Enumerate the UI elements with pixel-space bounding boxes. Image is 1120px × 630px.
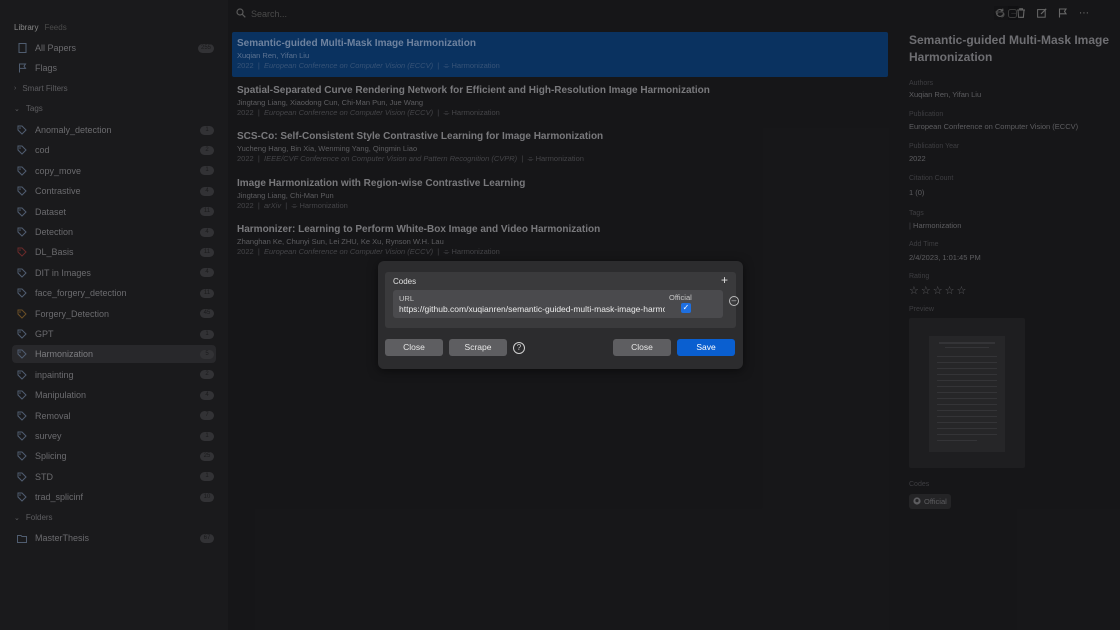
scrape-button[interactable]: Scrape: [449, 339, 507, 356]
remove-code-button[interactable]: –: [729, 296, 739, 306]
codes-header: Codes: [393, 277, 417, 286]
close-button-right[interactable]: Close: [613, 339, 671, 356]
url-label: URL: [399, 294, 415, 303]
official-checkbox[interactable]: ✓: [681, 303, 691, 313]
help-icon[interactable]: ?: [513, 342, 525, 354]
url-input[interactable]: https://github.com/xuqianren/semantic-gu…: [399, 304, 665, 314]
codes-modal: Codes + URL https://github.com/xuqianren…: [378, 261, 743, 369]
save-button[interactable]: Save: [677, 339, 735, 356]
official-label: Official: [669, 293, 692, 302]
code-url-row: URL https://github.com/xuqianren/semanti…: [393, 290, 739, 318]
close-button-left[interactable]: Close: [385, 339, 443, 356]
add-code-button[interactable]: +: [721, 273, 728, 287]
codes-panel: Codes + URL https://github.com/xuqianren…: [385, 272, 739, 328]
